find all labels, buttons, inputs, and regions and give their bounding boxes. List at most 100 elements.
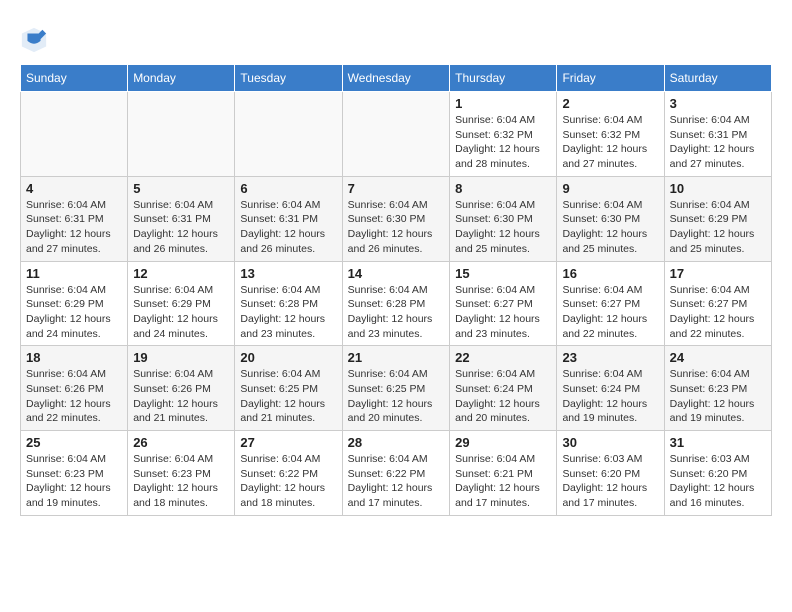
calendar-day-cell: 25 Sunrise: 6:04 AM Sunset: 6:23 PM Dayli…: [21, 431, 128, 516]
day-info: Sunrise: 6:04 AM Sunset: 6:22 PM Dayligh…: [348, 452, 445, 511]
calendar-header-row: SundayMondayTuesdayWednesdayThursdayFrid…: [21, 65, 772, 92]
day-info: Sunrise: 6:04 AM Sunset: 6:31 PM Dayligh…: [26, 198, 122, 257]
calendar-day-cell: [21, 92, 128, 177]
day-info: Sunrise: 6:04 AM Sunset: 6:26 PM Dayligh…: [26, 367, 122, 426]
calendar-day-cell: 15 Sunrise: 6:04 AM Sunset: 6:27 PM Dayli…: [450, 261, 557, 346]
day-info: Sunrise: 6:04 AM Sunset: 6:28 PM Dayligh…: [348, 283, 445, 342]
day-number: 15: [455, 266, 551, 281]
day-number: 8: [455, 181, 551, 196]
day-info: Sunrise: 6:04 AM Sunset: 6:23 PM Dayligh…: [26, 452, 122, 511]
day-info: Sunrise: 6:04 AM Sunset: 6:31 PM Dayligh…: [670, 113, 766, 172]
day-info: Sunrise: 6:04 AM Sunset: 6:32 PM Dayligh…: [562, 113, 658, 172]
calendar-week-row: 18 Sunrise: 6:04 AM Sunset: 6:26 PM Dayli…: [21, 346, 772, 431]
page-header: [20, 20, 772, 54]
calendar-day-cell: 26Sunrise: 6:04 AM Sunset: 6:23 PM Dayli…: [128, 431, 235, 516]
calendar-week-row: 1 Sunrise: 6:04 AM Sunset: 6:32 PM Daylig…: [21, 92, 772, 177]
day-number: 30: [562, 435, 658, 450]
day-number: 27: [240, 435, 336, 450]
day-number: 10: [670, 181, 766, 196]
day-info: Sunrise: 6:04 AM Sunset: 6:22 PM Dayligh…: [240, 452, 336, 511]
day-info: Sunrise: 6:04 AM Sunset: 6:26 PM Dayligh…: [133, 367, 229, 426]
day-of-week-header: Tuesday: [235, 65, 342, 92]
calendar-day-cell: 27 Sunrise: 6:04 AM Sunset: 6:22 PM Dayli…: [235, 431, 342, 516]
day-info: Sunrise: 6:04 AM Sunset: 6:31 PM Dayligh…: [133, 198, 229, 257]
calendar-week-row: 4 Sunrise: 6:04 AM Sunset: 6:31 PM Daylig…: [21, 176, 772, 261]
day-of-week-header: Wednesday: [342, 65, 450, 92]
day-number: 6: [240, 181, 336, 196]
day-info: Sunrise: 6:04 AM Sunset: 6:25 PM Dayligh…: [240, 367, 336, 426]
calendar-day-cell: 28 Sunrise: 6:04 AM Sunset: 6:22 PM Dayli…: [342, 431, 450, 516]
day-number: 18: [26, 350, 122, 365]
calendar-day-cell: 1 Sunrise: 6:04 AM Sunset: 6:32 PM Daylig…: [450, 92, 557, 177]
day-number: 16: [562, 266, 658, 281]
day-number: 22: [455, 350, 551, 365]
calendar-day-cell: 3 Sunrise: 6:04 AM Sunset: 6:31 PM Daylig…: [664, 92, 771, 177]
day-of-week-header: Friday: [557, 65, 664, 92]
day-number: 2: [562, 96, 658, 111]
day-info: Sunrise: 6:04 AM Sunset: 6:23 PM Dayligh…: [670, 367, 766, 426]
day-info: Sunrise: 6:04 AM Sunset: 6:21 PM Dayligh…: [455, 452, 551, 511]
calendar-day-cell: 5 Sunrise: 6:04 AM Sunset: 6:31 PM Daylig…: [128, 176, 235, 261]
calendar-day-cell: 13Sunrise: 6:04 AM Sunset: 6:28 PM Dayli…: [235, 261, 342, 346]
day-number: 5: [133, 181, 229, 196]
day-number: 12: [133, 266, 229, 281]
calendar-day-cell: 10Sunrise: 6:04 AM Sunset: 6:29 PM Dayli…: [664, 176, 771, 261]
day-info: Sunrise: 6:04 AM Sunset: 6:32 PM Dayligh…: [455, 113, 551, 172]
day-number: 14: [348, 266, 445, 281]
day-info: Sunrise: 6:04 AM Sunset: 6:29 PM Dayligh…: [26, 283, 122, 342]
calendar-day-cell: 29 Sunrise: 6:04 AM Sunset: 6:21 PM Dayli…: [450, 431, 557, 516]
day-number: 4: [26, 181, 122, 196]
day-info: Sunrise: 6:04 AM Sunset: 6:28 PM Dayligh…: [240, 283, 336, 342]
calendar-day-cell: 12 Sunrise: 6:04 AM Sunset: 6:29 PM Dayli…: [128, 261, 235, 346]
day-number: 1: [455, 96, 551, 111]
day-number: 31: [670, 435, 766, 450]
day-number: 29: [455, 435, 551, 450]
general-blue-icon: [20, 26, 48, 54]
day-of-week-header: Saturday: [664, 65, 771, 92]
day-number: 28: [348, 435, 445, 450]
calendar-day-cell: 7Sunrise: 6:04 AM Sunset: 6:30 PM Daylig…: [342, 176, 450, 261]
day-info: Sunrise: 6:04 AM Sunset: 6:24 PM Dayligh…: [455, 367, 551, 426]
day-number: 17: [670, 266, 766, 281]
day-of-week-header: Sunday: [21, 65, 128, 92]
day-info: Sunrise: 6:04 AM Sunset: 6:27 PM Dayligh…: [670, 283, 766, 342]
calendar-table: SundayMondayTuesdayWednesdayThursdayFrid…: [20, 64, 772, 516]
calendar-day-cell: 11 Sunrise: 6:04 AM Sunset: 6:29 PM Dayli…: [21, 261, 128, 346]
day-info: Sunrise: 6:03 AM Sunset: 6:20 PM Dayligh…: [562, 452, 658, 511]
calendar-day-cell: 6 Sunrise: 6:04 AM Sunset: 6:31 PM Daylig…: [235, 176, 342, 261]
calendar-day-cell: 8 Sunrise: 6:04 AM Sunset: 6:30 PM Daylig…: [450, 176, 557, 261]
calendar-day-cell: 16 Sunrise: 6:04 AM Sunset: 6:27 PM Dayli…: [557, 261, 664, 346]
calendar-day-cell: 2 Sunrise: 6:04 AM Sunset: 6:32 PM Daylig…: [557, 92, 664, 177]
calendar-day-cell: 22 Sunrise: 6:04 AM Sunset: 6:24 PM Dayli…: [450, 346, 557, 431]
day-number: 25: [26, 435, 122, 450]
day-info: Sunrise: 6:04 AM Sunset: 6:30 PM Dayligh…: [455, 198, 551, 257]
calendar-day-cell: [128, 92, 235, 177]
day-info: Sunrise: 6:04 AM Sunset: 6:27 PM Dayligh…: [562, 283, 658, 342]
day-number: 3: [670, 96, 766, 111]
calendar-day-cell: 20 Sunrise: 6:04 AM Sunset: 6:25 PM Dayli…: [235, 346, 342, 431]
day-number: 20: [240, 350, 336, 365]
calendar-day-cell: 9Sunrise: 6:04 AM Sunset: 6:30 PM Daylig…: [557, 176, 664, 261]
day-info: Sunrise: 6:04 AM Sunset: 6:25 PM Dayligh…: [348, 367, 445, 426]
day-number: 26: [133, 435, 229, 450]
day-info: Sunrise: 6:04 AM Sunset: 6:31 PM Dayligh…: [240, 198, 336, 257]
day-number: 24: [670, 350, 766, 365]
day-number: 11: [26, 266, 122, 281]
logo: [20, 26, 50, 54]
day-of-week-header: Monday: [128, 65, 235, 92]
calendar-day-cell: 19 Sunrise: 6:04 AM Sunset: 6:26 PM Dayli…: [128, 346, 235, 431]
calendar-day-cell: 4 Sunrise: 6:04 AM Sunset: 6:31 PM Daylig…: [21, 176, 128, 261]
calendar-day-cell: 18 Sunrise: 6:04 AM Sunset: 6:26 PM Dayli…: [21, 346, 128, 431]
day-info: Sunrise: 6:04 AM Sunset: 6:24 PM Dayligh…: [562, 367, 658, 426]
calendar-day-cell: 17 Sunrise: 6:04 AM Sunset: 6:27 PM Dayli…: [664, 261, 771, 346]
day-info: Sunrise: 6:04 AM Sunset: 6:27 PM Dayligh…: [455, 283, 551, 342]
calendar-week-row: 25 Sunrise: 6:04 AM Sunset: 6:23 PM Dayli…: [21, 431, 772, 516]
day-number: 23: [562, 350, 658, 365]
calendar-day-cell: 14 Sunrise: 6:04 AM Sunset: 6:28 PM Dayli…: [342, 261, 450, 346]
day-of-week-header: Thursday: [450, 65, 557, 92]
calendar-day-cell: 30 Sunrise: 6:03 AM Sunset: 6:20 PM Dayli…: [557, 431, 664, 516]
day-number: 19: [133, 350, 229, 365]
calendar-day-cell: 31Sunrise: 6:03 AM Sunset: 6:20 PM Dayli…: [664, 431, 771, 516]
day-info: Sunrise: 6:04 AM Sunset: 6:29 PM Dayligh…: [133, 283, 229, 342]
day-number: 7: [348, 181, 445, 196]
